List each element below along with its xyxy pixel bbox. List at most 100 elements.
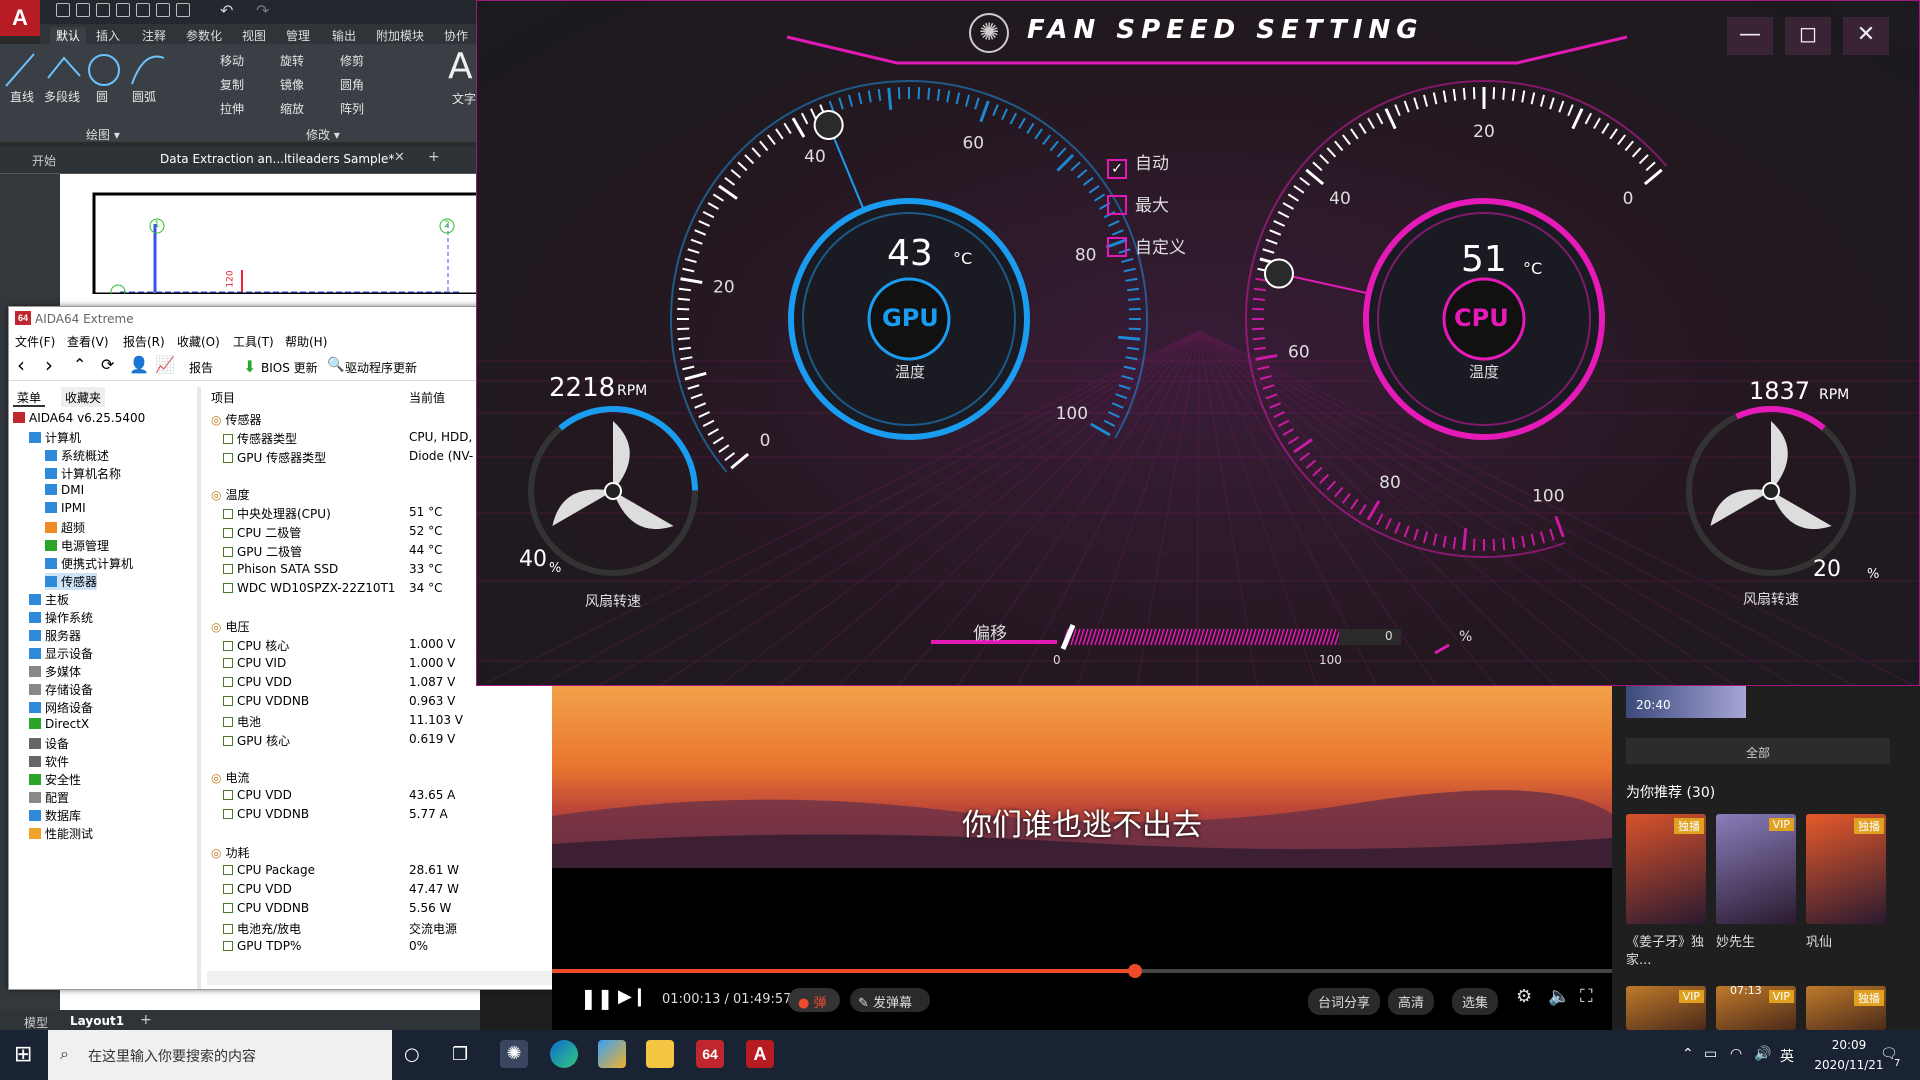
driver-update-button[interactable]: 驱动程序更新: [345, 359, 417, 376]
sensor-row[interactable]: CPU VDD: [223, 788, 292, 802]
tree-computer-child[interactable]: 便携式计算机: [45, 555, 133, 572]
recommend-thumb[interactable]: 独播: [1626, 814, 1706, 924]
tree-computer-child[interactable]: DMI: [45, 483, 84, 497]
tab-collaborate[interactable]: 协作: [444, 27, 468, 44]
progress-bar[interactable]: [552, 964, 1612, 978]
arc-tool[interactable]: 圆弧: [132, 88, 156, 105]
fullscreen-icon[interactable]: ⛶: [1580, 986, 1593, 1007]
text-tool[interactable]: 文字: [452, 90, 476, 107]
tree-category[interactable]: 主板: [29, 591, 69, 608]
danmaku-toggle[interactable]: ● 弹: [788, 988, 840, 1012]
refresh-icon[interactable]: ⟳: [101, 355, 114, 374]
quality-button[interactable]: 高清: [1388, 988, 1435, 1015]
taskbar-explorer-icon[interactable]: [646, 1040, 674, 1068]
tray-volume-icon[interactable]: 🔊: [1754, 1046, 1771, 1062]
mode-auto-checkbox[interactable]: ✓: [1107, 159, 1127, 179]
sensor-section[interactable]: ◎ 电流: [211, 769, 250, 786]
tab-parametric[interactable]: 参数化: [186, 27, 222, 44]
mode-custom[interactable]: 自定义: [1107, 233, 1186, 258]
all-episodes-button[interactable]: 全部: [1626, 738, 1890, 764]
sensor-row[interactable]: CPU 核心: [223, 637, 289, 654]
menu-report[interactable]: 报告(R): [123, 333, 165, 350]
chart-icon[interactable]: 📈: [155, 355, 175, 374]
tree-category[interactable]: DirectX: [29, 717, 89, 731]
sensor-row[interactable]: GPU 传感器类型: [223, 449, 326, 466]
report-button[interactable]: 报告: [189, 359, 213, 376]
tree-category[interactable]: 显示设备: [29, 645, 93, 662]
clock-time[interactable]: 20:09: [1812, 1038, 1886, 1052]
tree-computer-child[interactable]: 电源管理: [45, 537, 109, 554]
send-danmaku-button[interactable]: ✎ 发弹幕: [850, 988, 930, 1012]
line-tool[interactable]: 直线: [10, 88, 34, 105]
sensor-row[interactable]: CPU 二极管: [223, 524, 301, 541]
sensor-row[interactable]: GPU 二极管: [223, 543, 302, 560]
doc-tab[interactable]: Data Extraction an...ltileaders Sample*: [160, 152, 394, 166]
episodes-button[interactable]: 选集: [1452, 988, 1499, 1015]
tray-chevron-icon[interactable]: ⌃: [1682, 1046, 1694, 1062]
menu-file[interactable]: 文件(F): [15, 333, 55, 350]
tree-computer-child[interactable]: IPMI: [45, 501, 86, 515]
lyrics-share-button[interactable]: 台词分享: [1308, 988, 1381, 1015]
col-item-header[interactable]: 项目: [211, 389, 235, 406]
tab-default[interactable]: 默认: [50, 27, 87, 44]
sensor-row[interactable]: Phison SATA SSD: [223, 562, 338, 576]
undo-icon[interactable]: ↶: [220, 1, 233, 20]
sensor-row[interactable]: 传感器类型: [223, 430, 297, 447]
plot-icon[interactable]: [176, 3, 190, 17]
offset-handle[interactable]: [1060, 624, 1076, 650]
save-icon[interactable]: [96, 3, 110, 17]
sensor-row[interactable]: 中央处理器(CPU): [223, 505, 331, 522]
trim-tool[interactable]: 修剪: [340, 52, 364, 69]
mode-custom-checkbox[interactable]: [1107, 237, 1127, 257]
maximize-button[interactable]: ◻: [1785, 17, 1831, 55]
polyline-tool[interactable]: 多段线: [44, 88, 80, 105]
tab-layout1[interactable]: Layout1: [70, 1014, 124, 1028]
current-episode-thumb[interactable]: 20:40: [1626, 686, 1746, 718]
next-icon[interactable]: ▶❙: [618, 986, 647, 1007]
save-as-icon[interactable]: [116, 3, 130, 17]
offset-slider[interactable]: [931, 624, 1450, 655]
add-layout-icon[interactable]: +: [140, 1012, 152, 1028]
tab-annotate[interactable]: 注释: [142, 27, 166, 44]
move-tool[interactable]: 移动: [220, 52, 244, 69]
sensor-section[interactable]: ◎ 电压: [211, 618, 250, 635]
progress-handle[interactable]: [1128, 964, 1142, 978]
print-icon[interactable]: [156, 3, 170, 17]
bios-update-button[interactable]: BIOS 更新: [261, 359, 318, 376]
array-tool[interactable]: 阵列: [340, 100, 364, 117]
tree-category[interactable]: 数据库: [29, 807, 81, 824]
recommend-title[interactable]: 巩仙: [1806, 934, 1892, 952]
back-icon[interactable]: ‹: [17, 353, 25, 377]
scale-tool[interactable]: 缩放: [280, 100, 304, 117]
tab-manage[interactable]: 管理: [286, 27, 310, 44]
sensor-row[interactable]: CPU VDD: [223, 882, 292, 896]
recommend-thumb[interactable]: 独播: [1806, 986, 1886, 1030]
taskbar-cad-icon[interactable]: A: [746, 1040, 774, 1068]
sensor-row[interactable]: WDC WD10SPZX-22Z10T1: [223, 581, 395, 595]
close-button[interactable]: ✕: [1843, 17, 1889, 55]
tree-computer-child[interactable]: 超频: [45, 519, 85, 536]
menu-tools[interactable]: 工具(T): [233, 333, 274, 350]
sensor-row[interactable]: CPU VDDNB: [223, 694, 309, 708]
menu-help[interactable]: 帮助(H): [285, 333, 327, 350]
new-tab-icon[interactable]: +: [428, 149, 440, 165]
tab-start[interactable]: 开始: [32, 152, 56, 169]
tree-category[interactable]: 服务器: [29, 627, 81, 644]
recommend-thumb[interactable]: VIP: [1626, 986, 1706, 1030]
taskbar-photos-icon[interactable]: [598, 1040, 626, 1068]
tree-category[interactable]: 网络设备: [29, 699, 93, 716]
new-icon[interactable]: [56, 3, 70, 17]
copy-tool[interactable]: 复制: [220, 76, 244, 93]
close-doc-icon[interactable]: ✕: [394, 150, 405, 165]
mirror-tool[interactable]: 镜像: [280, 76, 304, 93]
stretch-tool[interactable]: 拉伸: [220, 100, 244, 117]
up-icon[interactable]: ⌃: [73, 355, 86, 374]
taskbar-fan-app-icon[interactable]: ✺: [500, 1040, 528, 1068]
col-value-header[interactable]: 当前值: [409, 389, 445, 406]
sensor-row[interactable]: CPU VDDNB: [223, 901, 309, 915]
tree-computer[interactable]: 计算机: [29, 429, 81, 446]
sensor-row[interactable]: CPU VID: [223, 656, 286, 670]
tab-insert[interactable]: 插入: [96, 27, 120, 44]
rotate-tool[interactable]: 旋转: [280, 52, 304, 69]
task-view-icon[interactable]: ❐: [452, 1044, 468, 1065]
